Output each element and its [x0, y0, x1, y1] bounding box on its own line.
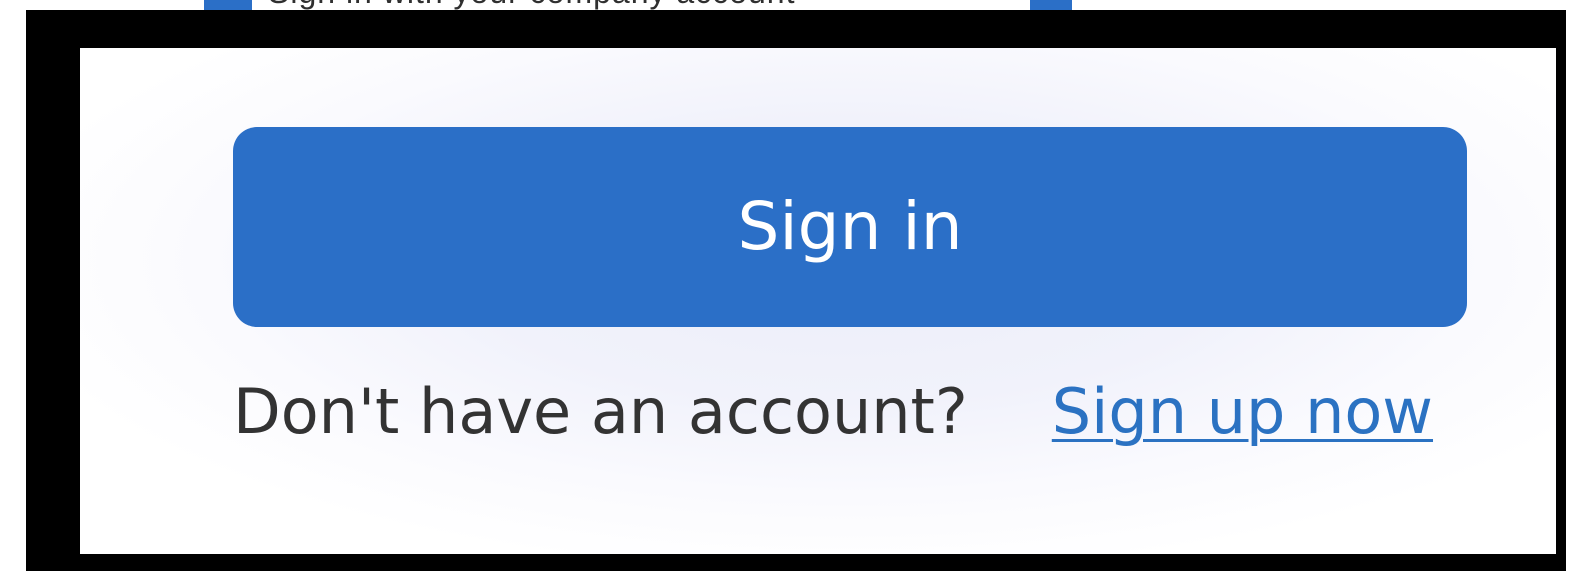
- signin-panel: Sign in Don't have an account? Sign up n…: [80, 48, 1556, 554]
- signup-prompt-text: Don't have an account?: [233, 374, 968, 448]
- sign-up-now-link[interactable]: Sign up now: [1052, 375, 1433, 448]
- sign-in-button[interactable]: Sign in: [233, 127, 1467, 327]
- highlight-frame: Sign in Don't have an account? Sign up n…: [26, 10, 1566, 571]
- signup-row: Don't have an account? Sign up now: [233, 366, 1493, 456]
